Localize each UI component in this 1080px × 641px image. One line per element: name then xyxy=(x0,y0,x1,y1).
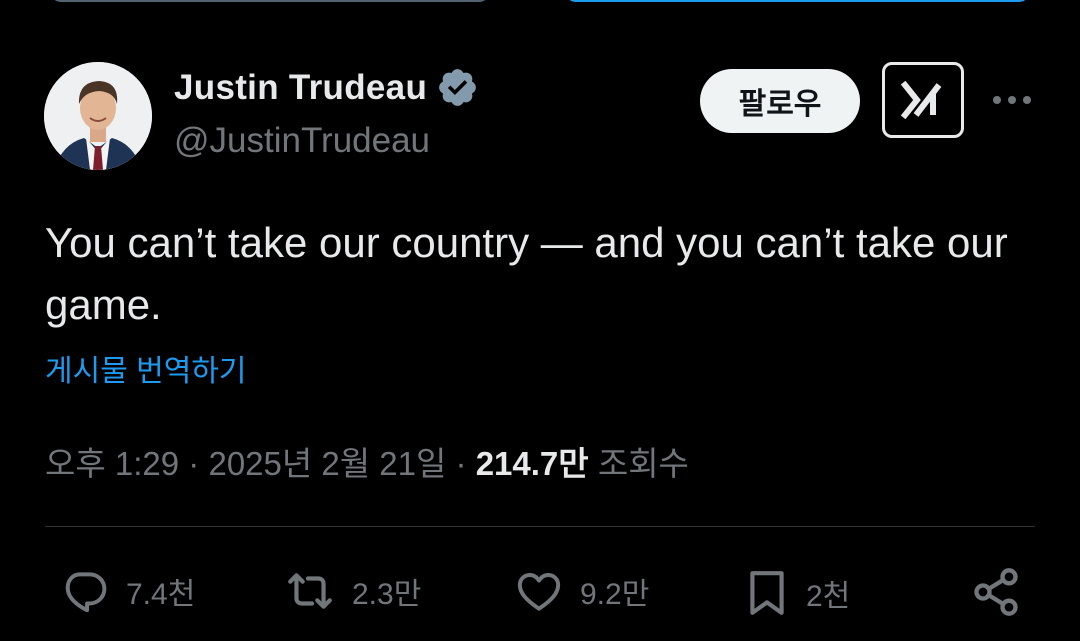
author-name-row[interactable]: Justin Trudeau xyxy=(174,66,479,109)
translate-post-link[interactable]: 게시물 번역하기 xyxy=(45,346,247,390)
repost-icon xyxy=(288,573,332,609)
more-icon xyxy=(993,96,1031,104)
reply-icon xyxy=(65,572,107,613)
reply-count: 7.4천 xyxy=(126,578,196,611)
grok-icon xyxy=(901,81,942,119)
repost-count: 2.3만 xyxy=(352,578,422,611)
tweet-date[interactable]: 2025년 2월 21일 xyxy=(208,445,446,482)
avatar[interactable] xyxy=(44,62,152,170)
tweet-text: You can’t take our country — and you can… xyxy=(45,219,1008,328)
meta-separator: · xyxy=(188,445,200,482)
grok-button[interactable] xyxy=(882,62,964,138)
share-icon xyxy=(974,568,1018,616)
divider xyxy=(45,526,1035,527)
top-primary-button[interactable] xyxy=(565,0,1030,2)
bookmark-icon xyxy=(750,571,784,615)
like-icon xyxy=(517,572,561,611)
bookmark-count: 2천 xyxy=(806,580,851,613)
author-display-name[interactable]: Justin Trudeau xyxy=(174,68,427,108)
views-label[interactable]: 조회수 xyxy=(598,445,689,482)
more-button[interactable] xyxy=(990,84,1034,116)
like-count: 9.2만 xyxy=(580,578,650,611)
bookmark-button[interactable]: 2천 xyxy=(742,566,850,620)
views-count[interactable]: 214.7만 xyxy=(476,445,589,482)
repost-button[interactable]: 2.3만 xyxy=(282,566,421,616)
share-button[interactable] xyxy=(970,566,1022,618)
author-handle[interactable]: @JustinTrudeau xyxy=(174,121,430,161)
follow-button[interactable]: 팔로우 xyxy=(700,69,860,133)
verified-badge-icon xyxy=(439,69,477,106)
reply-button[interactable]: 7.4천 xyxy=(58,566,195,616)
meta-separator: · xyxy=(455,445,467,482)
top-outline-button[interactable] xyxy=(50,0,490,2)
tweet-time[interactable]: 오후 1:29 xyxy=(45,445,179,482)
like-button[interactable]: 9.2만 xyxy=(512,566,649,616)
tweet-meta: 오후 1:29 · 2025년 2월 21일 · 214.7만 조회수 xyxy=(45,437,689,485)
